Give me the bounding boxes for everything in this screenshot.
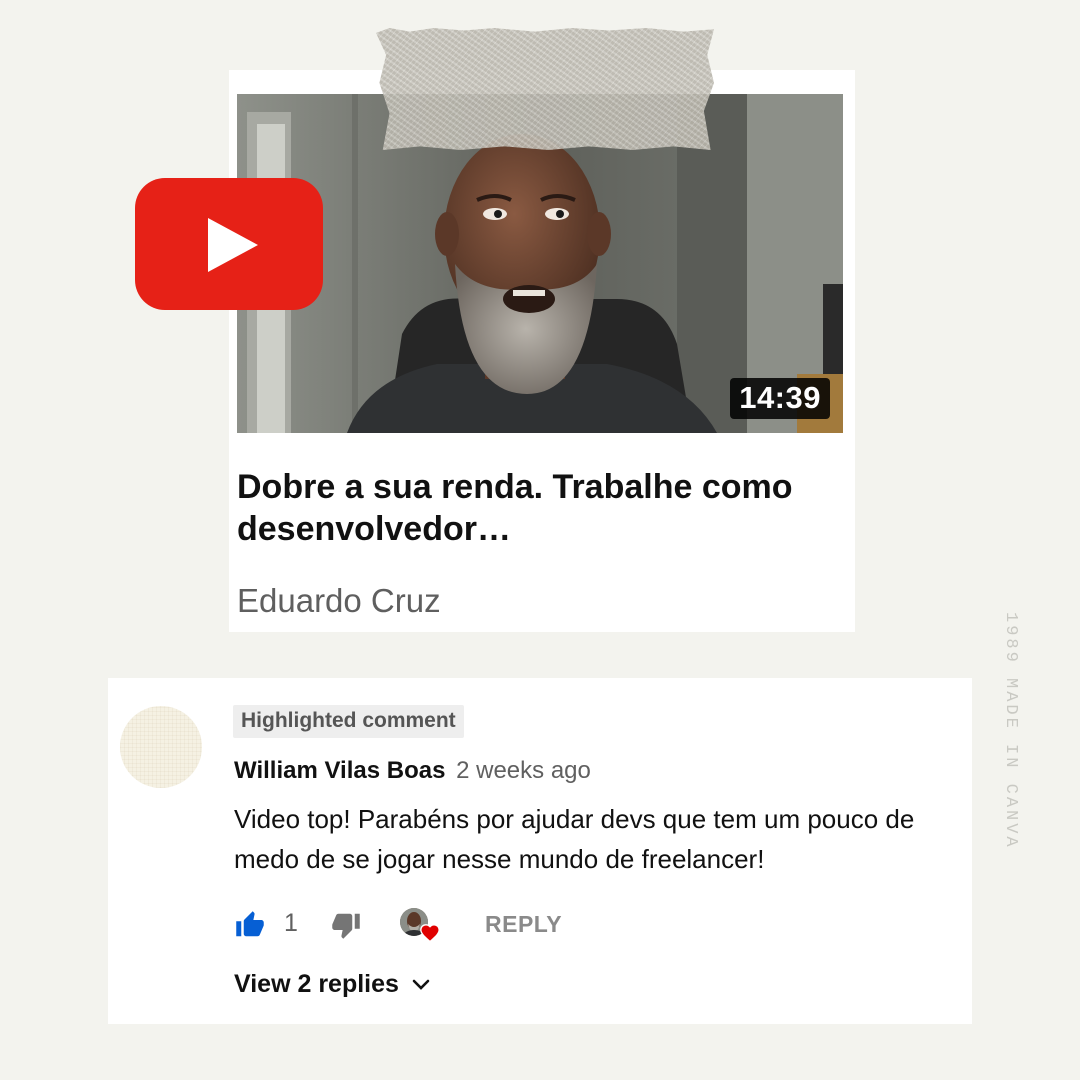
channel-name[interactable]: Eduardo Cruz: [237, 582, 441, 620]
video-duration-badge: 14:39: [730, 378, 830, 419]
creator-heart: [400, 908, 444, 946]
side-watermark: 1989 MADE IN CANVA: [1001, 612, 1020, 850]
like-count: 1: [284, 909, 298, 937]
comment-actions: 1 REPLY: [234, 906, 634, 946]
comment-text: Video top! Parabéns por ajudar devs que …: [234, 804, 915, 874]
chevron-down-icon: [411, 970, 431, 999]
highlighted-comment-badge: Highlighted comment: [233, 705, 464, 738]
view-replies-label: View 2 replies: [234, 970, 399, 998]
comment-meta: William Vilas Boas 2 weeks ago: [234, 757, 591, 785]
comment-author[interactable]: William Vilas Boas: [234, 757, 445, 784]
comment-timestamp[interactable]: 2 weeks ago: [456, 757, 591, 784]
reply-button[interactable]: REPLY: [485, 911, 562, 938]
play-icon: [208, 218, 258, 272]
thumbs-down-icon[interactable]: [330, 910, 362, 945]
comment-card: Highlighted comment William Vilas Boas 2…: [108, 678, 972, 1024]
video-title[interactable]: Dobre a sua renda. Trabalhe como desenvo…: [237, 466, 797, 550]
heart-icon: [418, 922, 442, 949]
view-replies-button[interactable]: View 2 replies: [234, 970, 431, 999]
commenter-avatar[interactable]: [120, 706, 202, 788]
thumbs-up-icon[interactable]: [234, 910, 266, 945]
decorative-tape: [376, 28, 714, 150]
youtube-logo: [135, 178, 323, 310]
video-card[interactable]: 14:39 Dobre a sua renda. Trabalhe como d…: [229, 70, 855, 632]
